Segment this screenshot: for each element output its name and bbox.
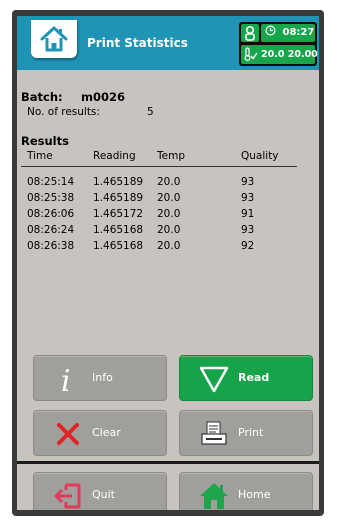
cell-reading: 1.465168 xyxy=(93,240,144,252)
cell-time: 08:26:24 xyxy=(27,224,75,236)
svg-text:i: i xyxy=(61,364,71,395)
cell-quality: 93 xyxy=(241,176,255,188)
batch-label: Batch: xyxy=(21,90,63,104)
quit-label: Quit xyxy=(92,488,115,501)
printer-icon xyxy=(201,421,227,445)
home-label: Home xyxy=(238,488,271,501)
exit-icon xyxy=(54,483,81,509)
cell-time: 08:26:06 xyxy=(27,208,75,220)
quit-button[interactable]: Quit xyxy=(33,472,167,510)
temperature-value: 20.0 20.00 xyxy=(261,49,318,60)
column-header-quality: Quality xyxy=(241,150,279,162)
cell-time: 08:25:38 xyxy=(27,192,75,204)
user-status xyxy=(241,24,259,42)
home-button[interactable]: Home xyxy=(179,472,313,510)
cell-temp: 20.0 xyxy=(157,192,181,204)
column-header-temp: Temp xyxy=(157,150,185,162)
table-header-divider xyxy=(21,166,297,167)
read-button[interactable]: Read xyxy=(179,355,313,401)
read-label: Read xyxy=(238,371,270,384)
clear-label: Clear xyxy=(92,426,121,439)
cell-quality: 93 xyxy=(241,224,255,236)
triangle-down-icon xyxy=(199,366,229,393)
cell-temp: 20.0 xyxy=(157,176,181,188)
cell-quality: 93 xyxy=(241,192,255,204)
device-frame: Print Statistics 08:27 20.0 20.00 Batch:… xyxy=(12,10,324,516)
print-button[interactable]: Print xyxy=(179,410,313,456)
home-icon xyxy=(200,483,228,509)
cell-reading: 1.465172 xyxy=(93,208,144,220)
info-button[interactable]: i Info xyxy=(33,355,167,401)
results-count-label: No. of results: xyxy=(27,106,100,118)
status-panel: 08:27 20.0 20.00 xyxy=(239,22,318,66)
house-icon xyxy=(40,26,68,52)
clock-time: 08:27 xyxy=(282,27,315,38)
section-divider xyxy=(17,461,319,464)
screen: Print Statistics 08:27 20.0 20.00 Batch:… xyxy=(17,16,319,510)
cell-temp: 20.0 xyxy=(157,208,181,220)
cell-temp: 20.0 xyxy=(157,224,181,236)
user-icon xyxy=(245,25,255,41)
cell-quality: 92 xyxy=(241,240,255,252)
page-title: Print Statistics xyxy=(87,36,188,50)
cell-time: 08:25:14 xyxy=(27,176,75,188)
thermometer-check-icon xyxy=(244,47,258,62)
cell-reading: 1.465189 xyxy=(93,192,144,204)
red-x-icon xyxy=(57,423,79,445)
header-bar: Print Statistics 08:27 20.0 20.00 xyxy=(17,16,319,70)
info-label: Info xyxy=(92,371,113,384)
info-icon: i xyxy=(61,364,71,395)
cell-time: 08:26:38 xyxy=(27,240,75,252)
clock-icon xyxy=(265,25,276,36)
column-header-reading: Reading xyxy=(93,150,136,162)
temperature-display: 20.0 20.00 xyxy=(241,45,318,64)
cell-reading: 1.465168 xyxy=(93,224,144,236)
clear-button[interactable]: Clear xyxy=(33,410,167,456)
time-display: 08:27 xyxy=(261,24,315,42)
cell-reading: 1.465189 xyxy=(93,176,144,188)
results-count-value: 5 xyxy=(147,106,154,118)
home-badge[interactable] xyxy=(31,20,77,58)
cell-quality: 91 xyxy=(241,208,255,220)
results-heading: Results xyxy=(21,134,69,148)
column-header-time: Time xyxy=(27,150,53,162)
print-label: Print xyxy=(238,426,264,439)
batch-value: m0026 xyxy=(81,90,125,104)
cell-temp: 20.0 xyxy=(157,240,181,252)
